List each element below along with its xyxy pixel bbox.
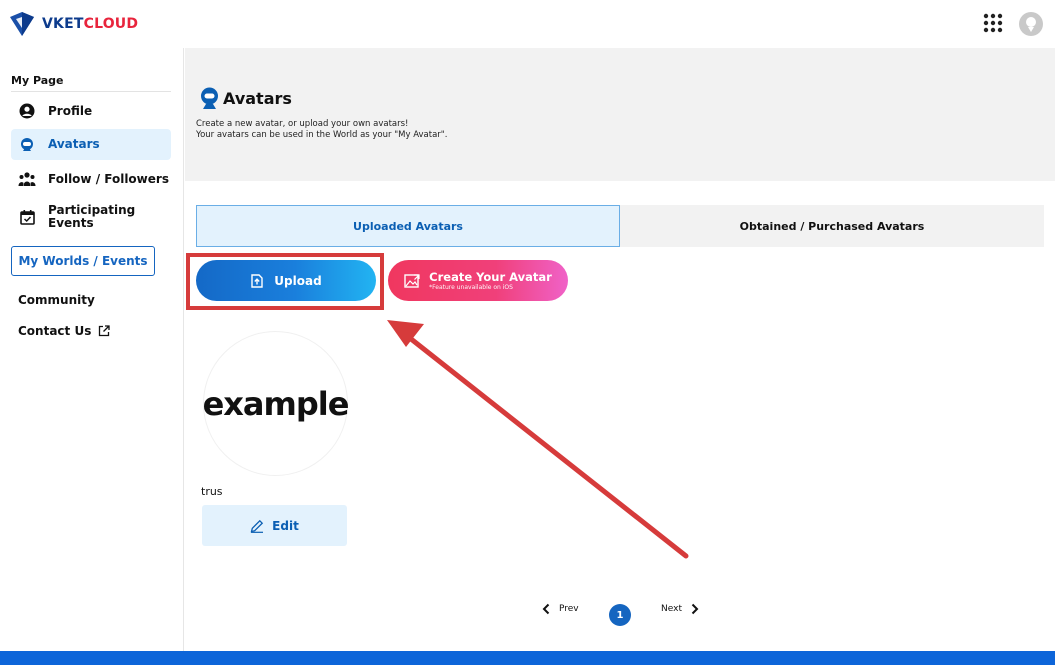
community-link[interactable]: Community	[18, 293, 95, 307]
chevron-left-icon	[542, 603, 550, 615]
avatar-name: trus	[201, 485, 223, 498]
avatar-thumbnail[interactable]: example	[202, 331, 350, 476]
sidebar-item-label: Avatars	[48, 137, 100, 151]
create-button-ios-note: *Feature unavailable on iOS	[429, 283, 513, 291]
create-button-text: Create Your Avatar *Feature unavailable …	[429, 269, 552, 291]
footer-bar	[0, 651, 1055, 665]
sidebar-item-label-line1: Participating	[48, 203, 136, 217]
upload-button-label: Upload	[274, 273, 322, 288]
upload-file-icon	[251, 273, 263, 288]
sidebar-item-label: Participating Events	[48, 204, 135, 230]
pencil-icon	[250, 519, 264, 533]
my-worlds-events-button[interactable]: My Worlds / Events	[11, 246, 155, 276]
page-title: Avatars	[200, 87, 292, 109]
avatar-icon	[201, 87, 218, 109]
page-description: Create a new avatar, or upload your own …	[196, 119, 447, 141]
logo-text: VKETCLOUD	[42, 16, 138, 32]
chevron-right-icon	[691, 603, 699, 615]
sidebar-item-participating-events[interactable]: Participating Events	[11, 200, 171, 234]
avatar-thumbnail-text: example	[202, 384, 350, 423]
sidebar-item-avatars[interactable]: Avatars	[11, 129, 171, 160]
pagination-prev[interactable]: Prev	[541, 603, 579, 615]
pagination-page-1[interactable]: 1	[609, 604, 631, 626]
user-avatar-icon[interactable]	[1019, 12, 1043, 36]
sidebar-item-label-line2: Events	[48, 216, 94, 230]
sidebar-section-my-page: My Page	[11, 74, 64, 87]
logo-text-vket: VKET	[42, 16, 84, 32]
sidebar: My Page Profile Avatars Follow / Followe…	[0, 48, 184, 651]
tab-uploaded-avatars[interactable]: Uploaded Avatars	[196, 205, 620, 247]
pagination-next-label: Next	[661, 604, 682, 614]
create-button-label: Create Your Avatar	[429, 269, 552, 284]
edit-button-label: Edit	[272, 518, 299, 533]
vket-cloud-logo[interactable]: VKETCLOUD	[8, 11, 138, 37]
page-description-line2: Your avatars can be used in the World as…	[196, 130, 448, 140]
sidebar-item-label: Follow / Followers	[48, 171, 169, 186]
sidebar-divider	[11, 91, 171, 92]
top-header: VKETCLOUD	[0, 0, 1055, 48]
vket-logo-icon	[10, 12, 34, 36]
people-icon	[18, 170, 36, 188]
image-edit-icon	[404, 273, 420, 288]
logo-text-cloud: CLOUD	[83, 16, 139, 32]
create-your-avatar-button[interactable]: Create Your Avatar *Feature unavailable …	[388, 260, 568, 301]
community-link-label: Community	[18, 293, 95, 307]
sidebar-item-profile[interactable]: Profile	[11, 97, 171, 125]
pagination-next[interactable]: Next	[661, 603, 700, 615]
sidebar-item-label: Profile	[48, 103, 93, 118]
page-description-line1: Create a new avatar, or upload your own …	[196, 119, 409, 129]
edit-avatar-button[interactable]: Edit	[202, 505, 347, 546]
sidebar-item-follow-followers[interactable]: Follow / Followers	[11, 165, 171, 193]
upload-button[interactable]: Upload	[196, 260, 376, 301]
contact-us-label: Contact Us	[18, 324, 92, 338]
apps-grid-icon[interactable]	[983, 13, 1003, 33]
external-link-icon	[99, 325, 110, 337]
page-hero: Avatars Create a new avatar, or upload y…	[185, 48, 1055, 181]
calendar-check-icon	[18, 208, 36, 226]
avatar-icon	[18, 136, 36, 154]
pagination-prev-label: Prev	[559, 604, 579, 614]
page-title-text: Avatars	[223, 88, 292, 108]
user-silhouette-icon	[1026, 17, 1036, 32]
user-circle-icon	[18, 102, 36, 120]
tab-obtained-purchased-avatars[interactable]: Obtained / Purchased Avatars	[620, 205, 1044, 247]
contact-us-link[interactable]: Contact Us	[18, 324, 110, 338]
